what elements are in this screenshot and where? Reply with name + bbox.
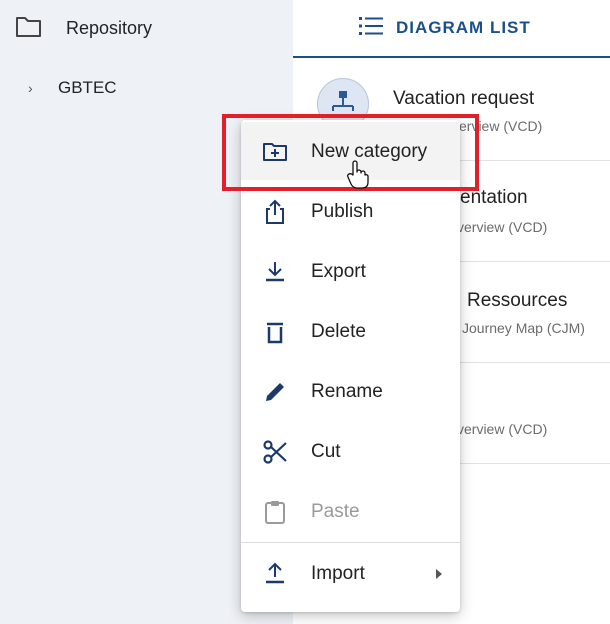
- menu-item-paste: Paste: [241, 482, 460, 540]
- download-icon: [266, 262, 284, 282]
- trash-icon: [267, 322, 283, 344]
- submenu-arrow-icon: [436, 569, 442, 579]
- menu-item-import[interactable]: Import: [241, 544, 460, 602]
- menu-item-label: Delete: [311, 321, 366, 342]
- tab-label: DIAGRAM LIST: [396, 18, 531, 37]
- pencil-icon: [266, 383, 284, 401]
- diagram-subtitle: verview (VCD): [457, 219, 548, 235]
- menu-item-label: Paste: [311, 501, 360, 522]
- menu-item-label: Import: [311, 563, 365, 584]
- upload-icon: [266, 562, 284, 584]
- tab-diagram-list[interactable]: DIAGRAM LIST: [293, 0, 610, 58]
- menu-item-label: Rename: [311, 381, 383, 402]
- repository-root[interactable]: Repository: [0, 0, 293, 56]
- menu-item-label: Cut: [311, 441, 341, 462]
- tree-item-gbtec[interactable]: [0, 68, 293, 108]
- repository-label: Repository: [66, 18, 153, 38]
- menu-item-rename[interactable]: Rename: [241, 362, 460, 420]
- menu-item-label: Publish: [311, 201, 374, 222]
- diagram-subtitle: Journey Map (CJM): [462, 320, 585, 336]
- menu-divider: [241, 542, 460, 543]
- menu-item-label: Export: [311, 261, 366, 282]
- diagram-title: Vacation request: [393, 88, 535, 109]
- hand-cursor-icon: [347, 160, 369, 189]
- diagram-title: Ressources: [467, 290, 568, 311]
- folder-icon: [16, 17, 41, 37]
- chevron-right-icon[interactable]: ›: [28, 80, 33, 96]
- menu-item-export[interactable]: Export: [241, 242, 460, 300]
- clipboard-icon: [265, 501, 285, 524]
- menu-item-delete[interactable]: Delete: [241, 302, 460, 360]
- menu-item-cut[interactable]: Cut: [241, 422, 460, 480]
- scissors-icon: [263, 440, 287, 464]
- tree-item-label[interactable]: GBTEC: [58, 78, 117, 98]
- list-icon: [359, 17, 383, 35]
- diagram-subtitle: verview (VCD): [457, 421, 548, 437]
- context-menu: New category Publish Export Delete Renam…: [241, 120, 460, 612]
- share-icon: [266, 199, 284, 224]
